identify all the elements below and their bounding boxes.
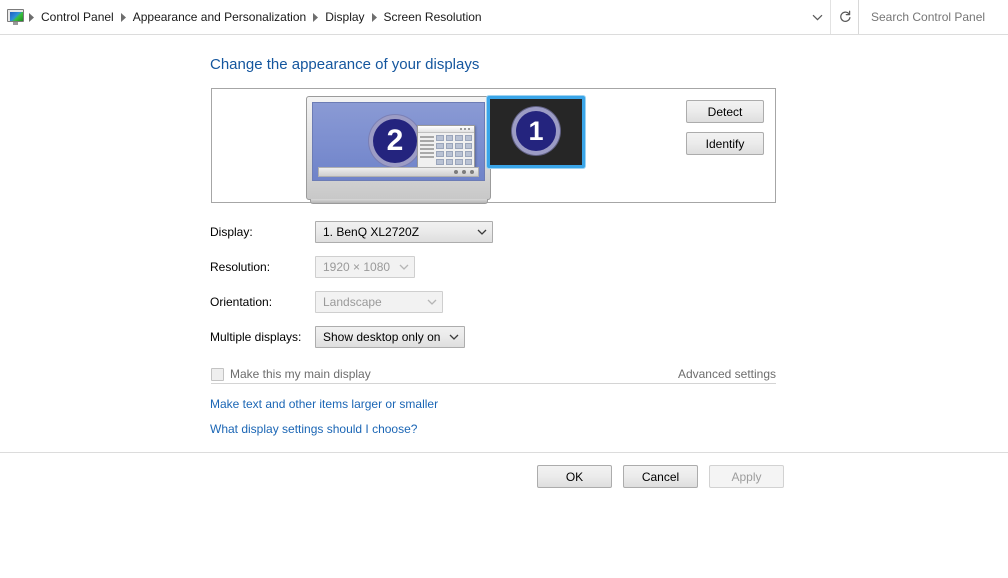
monitor-2-screen: 2 — [312, 102, 485, 181]
cancel-button[interactable]: Cancel — [623, 465, 698, 488]
orientation-select-value: Landscape — [323, 295, 382, 309]
page-title: Change the appearance of your displays — [210, 56, 480, 73]
monitor-thumbnail-2[interactable]: 2 — [306, 96, 491, 204]
search-input[interactable] — [871, 10, 1008, 24]
section-divider — [211, 383, 776, 384]
breadcrumb-separator-icon[interactable] — [310, 12, 321, 22]
display-label: Display: — [210, 225, 253, 239]
window-thumbnail-icon — [417, 125, 475, 168]
chevron-down-icon — [399, 263, 409, 272]
monitor-1-screen: 1 — [490, 99, 582, 165]
advanced-settings-link[interactable]: Advanced settings — [678, 367, 776, 381]
search-box[interactable] — [858, 0, 1008, 34]
link-make-text-larger[interactable]: Make text and other items larger or smal… — [210, 397, 438, 411]
form-row-multiple-displays: Multiple displays: Show desktop only on … — [210, 326, 465, 348]
refresh-icon[interactable] — [830, 0, 858, 34]
chevron-down-icon — [477, 228, 487, 237]
identify-button[interactable]: Identify — [686, 132, 764, 155]
form-row-orientation: Orientation: Landscape — [210, 291, 443, 313]
resolution-select[interactable]: 1920 × 1080 — [315, 256, 415, 278]
footer-buttons: OK Cancel Apply — [537, 465, 784, 488]
display-monitor-icon — [7, 9, 24, 25]
chevron-down-icon[interactable] — [804, 0, 830, 34]
multiple-displays-select-value: Show desktop only on 2 — [323, 330, 441, 344]
orientation-select[interactable]: Landscape — [315, 291, 443, 313]
breadcrumb[interactable]: Control Panel Appearance and Personaliza… — [0, 0, 804, 34]
main-content: Change the appearance of your displays 2 — [0, 35, 1008, 452]
form-row-display: Display: 1. BenQ XL2720Z — [210, 221, 493, 243]
link-what-display-settings[interactable]: What display settings should I choose? — [210, 422, 417, 436]
chevron-down-icon — [449, 333, 459, 342]
preview-action-buttons: Detect Identify — [686, 100, 764, 155]
breadcrumb-separator-icon[interactable] — [26, 12, 37, 22]
multiple-displays-label: Multiple displays: — [210, 330, 302, 344]
main-display-row: Make this my main display Advanced setti… — [211, 363, 776, 385]
display-preview-panel: 2 1 Detect Identify — [211, 88, 776, 204]
monitor-thumbnail-1[interactable]: 1 — [487, 96, 585, 168]
multiple-displays-select[interactable]: Show desktop only on 2 — [315, 326, 465, 348]
resolution-label: Resolution: — [210, 260, 271, 274]
checkbox-icon[interactable] — [211, 367, 224, 381]
breadcrumb-item-screen-resolution[interactable]: Screen Resolution — [380, 1, 486, 34]
address-bar-buttons — [804, 0, 858, 34]
address-bar: Control Panel Appearance and Personaliza… — [0, 0, 1008, 35]
chevron-down-icon — [427, 298, 437, 307]
breadcrumb-separator-icon[interactable] — [118, 12, 129, 22]
display-select-value: 1. BenQ XL2720Z — [323, 225, 420, 239]
main-display-checkbox[interactable]: Make this my main display — [211, 367, 371, 381]
main-display-checkbox-label: Make this my main display — [230, 367, 371, 381]
monitor-stand — [309, 199, 488, 204]
breadcrumb-item-control-panel[interactable]: Control Panel — [37, 1, 118, 34]
monitor-number-badge-2: 2 — [369, 115, 421, 167]
form-row-resolution: Resolution: 1920 × 1080 — [210, 256, 415, 278]
resolution-select-value: 1920 × 1080 — [323, 260, 391, 274]
breadcrumb-item-appearance-and-personalization[interactable]: Appearance and Personalization — [129, 1, 310, 34]
orientation-label: Orientation: — [210, 295, 273, 309]
monitor-arrangement-area[interactable]: 2 1 — [212, 89, 682, 204]
detect-button[interactable]: Detect — [686, 100, 764, 123]
breadcrumb-separator-icon[interactable] — [369, 12, 380, 22]
monitor-number-badge-1: 1 — [512, 107, 560, 155]
breadcrumb-item-display[interactable]: Display — [321, 1, 368, 34]
display-select[interactable]: 1. BenQ XL2720Z — [315, 221, 493, 243]
taskbar-strip — [318, 167, 479, 177]
apply-button[interactable]: Apply — [709, 465, 784, 488]
dialog-footer: OK Cancel Apply — [0, 453, 1008, 578]
ok-button[interactable]: OK — [537, 465, 612, 488]
